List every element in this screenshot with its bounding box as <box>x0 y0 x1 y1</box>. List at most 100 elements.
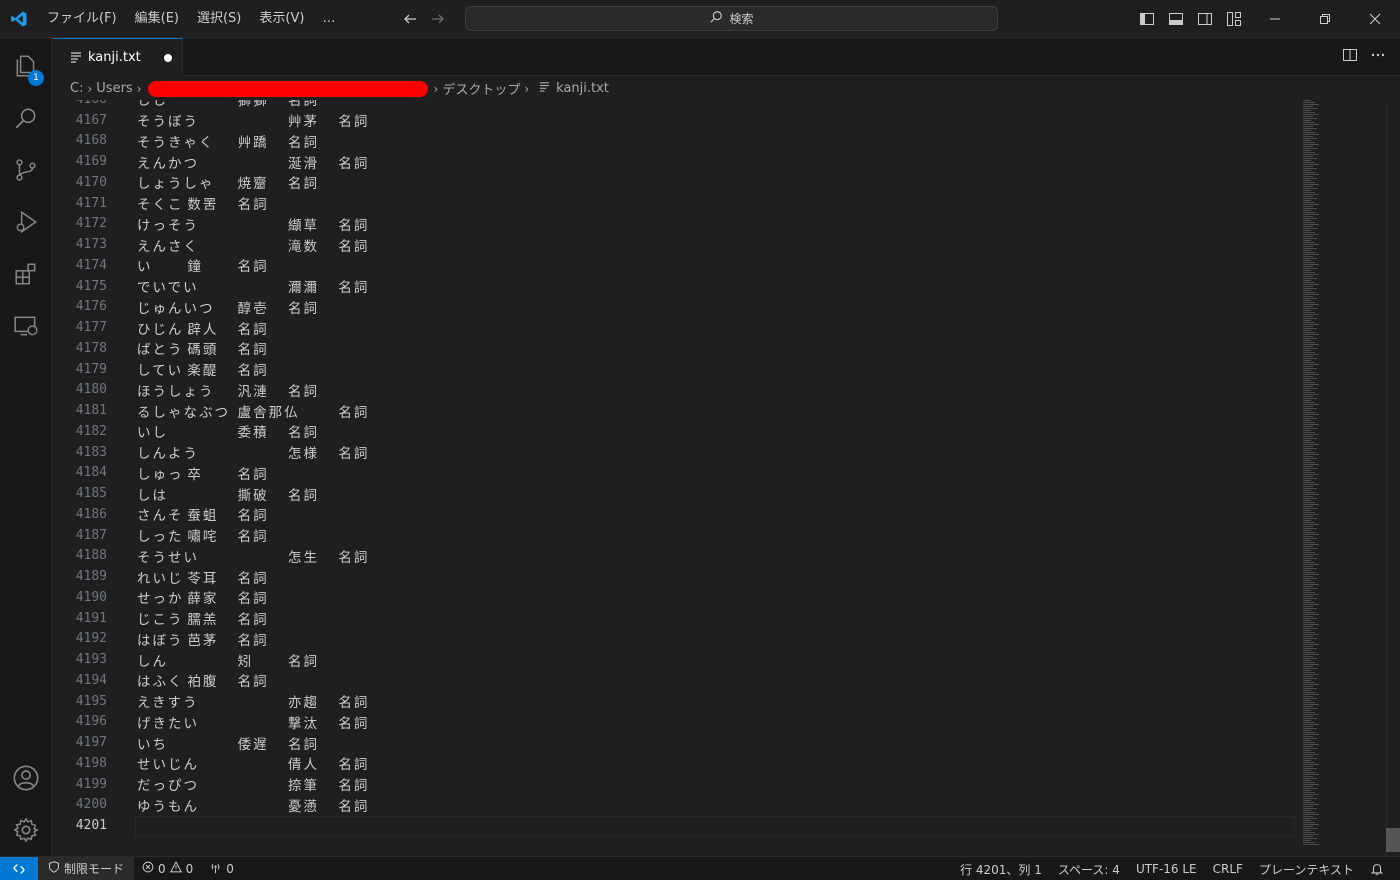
editor-line[interactable]: 4182 いし 委積 名詞 <box>53 421 1293 442</box>
menu-view[interactable]: 表示(V) <box>250 6 313 32</box>
line-text[interactable]: しん 矧 名詞 <box>137 650 319 670</box>
editor-line[interactable]: 4181 るしゃなぶつ 盧舎那仏 名詞 <box>53 400 1293 421</box>
editor-line[interactable]: 4195 えきすう 亦趨 名詞 <box>53 691 1293 712</box>
accounts-icon[interactable] <box>0 754 52 802</box>
editor-lines[interactable]: 4166 しし 獅獅 名詞 4167 そうぼう 艸茅 名詞 4168 そうきゃく 艸蹻 名… <box>53 100 1293 836</box>
restricted-mode-indicator[interactable]: 制限モード <box>38 856 135 880</box>
menu-edit[interactable]: 編集(E) <box>126 6 188 32</box>
line-text[interactable]: えんかつ 涎滑 名詞 <box>137 152 369 172</box>
minimize-icon[interactable] <box>1250 0 1300 38</box>
editor-line[interactable]: 4178 ばとう 碼頭 名詞 <box>53 338 1293 359</box>
minimap[interactable] <box>1303 100 1323 852</box>
run-debug-icon[interactable] <box>0 198 52 246</box>
breadcrumb-desktop[interactable]: デスクトップ <box>442 79 520 98</box>
line-text[interactable]: せいじん 倩人 名詞 <box>137 753 369 773</box>
line-text[interactable]: しし 獅獅 名詞 <box>137 100 319 109</box>
line-text[interactable]: いし 委積 名詞 <box>137 421 319 441</box>
editor-line[interactable]: 4188 そうせい 怎生 名詞 <box>53 546 1293 567</box>
line-text[interactable]: いち 倭遅 名詞 <box>137 733 319 753</box>
editor-line[interactable]: 4177 ひじん 辟人 名詞 <box>53 317 1293 338</box>
menu-more[interactable]: … <box>313 6 344 32</box>
extensions-icon[interactable] <box>0 250 52 298</box>
line-text[interactable]: そくこ 数罟 名詞 <box>137 193 269 213</box>
line-text[interactable]: じこう 臑羔 名詞 <box>137 608 269 628</box>
editor-line[interactable]: 4197 いち 倭遅 名詞 <box>53 732 1293 753</box>
line-text[interactable]: るしゃなぶつ 盧舎那仏 名詞 <box>137 401 369 421</box>
toggle-primary-sidebar-icon[interactable] <box>1138 11 1155 28</box>
editor-line[interactable]: 4200 ゆうもん 憂懣 名詞 <box>53 795 1293 816</box>
editor-line[interactable]: 4173 えんさく 滝数 名詞 <box>53 234 1293 255</box>
breadcrumb-file[interactable]: kanji.txt <box>556 81 609 96</box>
remote-indicator-icon[interactable] <box>0 856 38 880</box>
tab-kanji-txt[interactable]: kanji.txt <box>53 38 183 76</box>
editor-line[interactable]: 4189 れいじ 苓耳 名詞 <box>53 566 1293 587</box>
search-view-icon[interactable] <box>0 94 52 142</box>
editor-line[interactable]: 4190 せっか 薛家 名詞 <box>53 587 1293 608</box>
line-text[interactable]: しんよう 怎様 名詞 <box>137 442 369 462</box>
line-text[interactable]: でいでい 濔濔 名詞 <box>137 276 369 296</box>
editor-area[interactable]: 4166 しし 獅獅 名詞 4167 そうぼう 艸茅 名詞 4168 そうきゃく 艸蹻 名… <box>53 100 1400 856</box>
line-text[interactable]: はぼう 芭茅 名詞 <box>137 629 269 649</box>
editor-line[interactable]: 4198 せいじん 倩人 名詞 <box>53 753 1293 774</box>
line-text[interactable]: ゆうもん 憂懣 名詞 <box>137 795 369 815</box>
editor-line[interactable]: 4185 しは 撕破 名詞 <box>53 483 1293 504</box>
menu-selection[interactable]: 選択(S) <box>188 6 250 32</box>
line-text[interactable]: そうきゃく 艸蹻 名詞 <box>137 131 319 151</box>
cursor-position[interactable]: 行 4201、列 1 <box>952 857 1050 880</box>
editor-line[interactable]: 4193 しん 矧 名詞 <box>53 649 1293 670</box>
line-text[interactable]: しゅっ 卒 名詞 <box>137 463 269 483</box>
problems-indicator[interactable]: 0 0 <box>134 857 201 880</box>
line-text[interactable]: ひじん 辟人 名詞 <box>137 318 269 338</box>
editor-line[interactable]: 4201 <box>53 815 1293 836</box>
line-text[interactable]: けっそう 纈草 名詞 <box>137 214 369 234</box>
command-center-search[interactable]: 検索 <box>465 6 998 31</box>
line-text[interactable]: れいじ 苓耳 名詞 <box>137 567 269 587</box>
language-mode[interactable]: プレーンテキスト <box>1251 857 1362 880</box>
remote-explorer-icon[interactable] <box>0 302 52 350</box>
editor-line[interactable]: 4172 けっそう 纈草 名詞 <box>53 214 1293 235</box>
editor-line[interactable]: 4186 さんそ 蚕蛆 名詞 <box>53 504 1293 525</box>
menu-file[interactable]: ファイル(F) <box>38 6 126 32</box>
restore-icon[interactable] <box>1300 0 1350 38</box>
line-text[interactable]: ほうしょう 汎漣 名詞 <box>137 380 319 400</box>
editor-line[interactable]: 4196 げきたい 撃汰 名詞 <box>53 712 1293 733</box>
source-control-icon[interactable] <box>0 146 52 194</box>
explorer-icon[interactable]: 1 <box>0 42 52 90</box>
manage-gear-icon[interactable] <box>0 806 52 854</box>
line-text[interactable]: げきたい 撃汰 名詞 <box>137 712 369 732</box>
line-text[interactable]: してい 楽醍 名詞 <box>137 359 269 379</box>
editor-line[interactable]: 4179 してい 楽醍 名詞 <box>53 359 1293 380</box>
line-text[interactable]: そうせい 怎生 名詞 <box>137 546 369 566</box>
editor-line[interactable]: 4191 じこう 臑羔 名詞 <box>53 608 1293 629</box>
line-text[interactable]: はふく 袙腹 名詞 <box>137 670 269 690</box>
editor-line[interactable]: 4167 そうぼう 艸茅 名詞 <box>53 110 1293 131</box>
editor-line[interactable]: 4175 でいでい 濔濔 名詞 <box>53 276 1293 297</box>
more-actions-icon[interactable] <box>1370 47 1386 67</box>
editor-line[interactable]: 4187 しった 嘯咤 名詞 <box>53 525 1293 546</box>
editor-line[interactable]: 4166 しし 獅獅 名詞 <box>53 100 1293 110</box>
line-text[interactable]: い 鐘 名詞 <box>137 255 269 275</box>
editor-line[interactable]: 4180 ほうしょう 汎漣 名詞 <box>53 380 1293 401</box>
editor-line[interactable]: 4194 はふく 袙腹 名詞 <box>53 670 1293 691</box>
ports-indicator[interactable]: 0 <box>201 857 242 880</box>
forward-arrow-icon[interactable] <box>430 11 446 27</box>
line-text[interactable]: しょうしゃ 焼齏 名詞 <box>137 172 319 192</box>
editor-line[interactable]: 4192 はぼう 芭茅 名詞 <box>53 629 1293 650</box>
back-arrow-icon[interactable] <box>402 11 418 27</box>
vertical-scrollbar[interactable] <box>1386 100 1400 856</box>
encoding[interactable]: UTF-16 LE <box>1128 857 1205 880</box>
editor-line[interactable]: 4171 そくこ 数罟 名詞 <box>53 193 1293 214</box>
line-text[interactable]: そうぼう 艸茅 名詞 <box>137 110 369 130</box>
line-text[interactable]: えきすう 亦趨 名詞 <box>137 691 369 711</box>
end-of-line[interactable]: CRLF <box>1205 857 1251 880</box>
split-editor-icon[interactable] <box>1342 47 1358 67</box>
scrollbar-thumb[interactable] <box>1386 828 1400 852</box>
line-text[interactable]: えんさく 滝数 名詞 <box>137 235 369 255</box>
editor-line[interactable]: 4184 しゅっ 卒 名詞 <box>53 463 1293 484</box>
editor-line[interactable]: 4169 えんかつ 涎滑 名詞 <box>53 151 1293 172</box>
line-text[interactable]: さんそ 蚕蛆 名詞 <box>137 504 269 524</box>
line-text[interactable]: しった 嘯咤 名詞 <box>137 525 269 545</box>
editor-line[interactable]: 4174 い 鐘 名詞 <box>53 255 1293 276</box>
line-text[interactable]: ばとう 碼頭 名詞 <box>137 338 269 358</box>
breadcrumb-drive[interactable]: C: <box>70 81 83 96</box>
